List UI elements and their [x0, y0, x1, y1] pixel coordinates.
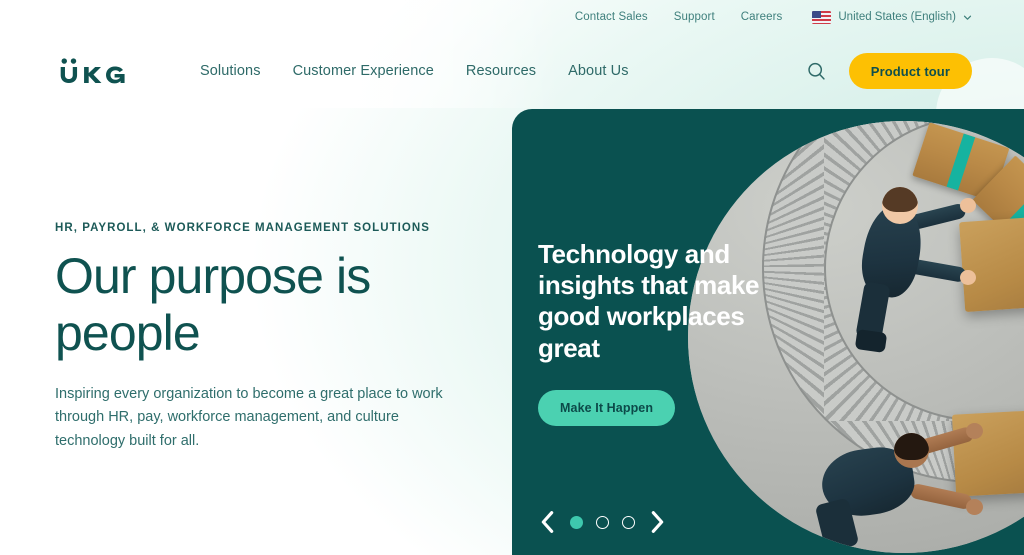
- promo-content: Technology and insights that make good w…: [538, 239, 788, 426]
- chevron-right-icon[interactable]: [648, 509, 667, 535]
- carousel-dot-1[interactable]: [570, 515, 583, 529]
- warehouse-worker: [838, 171, 976, 361]
- utility-bar: Contact Sales Support Careers United Sta…: [0, 0, 1024, 34]
- nav-item-resources[interactable]: Resources: [450, 63, 552, 79]
- nav-item-about-us[interactable]: About Us: [552, 63, 644, 79]
- hero-title: Our purpose is people: [55, 248, 371, 361]
- nav-item-solutions[interactable]: Solutions: [184, 63, 277, 79]
- carousel-dot-2[interactable]: [596, 515, 609, 529]
- header-actions: Product tour: [806, 53, 972, 89]
- cardboard-box-stack: [959, 211, 1024, 313]
- page-root: Contact Sales Support Careers United Sta…: [0, 0, 1024, 555]
- search-icon[interactable]: [806, 61, 827, 82]
- nav-item-customer-experience[interactable]: Customer Experience: [277, 63, 450, 79]
- utility-link-support[interactable]: Support: [674, 11, 715, 23]
- locale-label: United States (English): [838, 11, 956, 23]
- ukg-logo[interactable]: [55, 56, 129, 86]
- utility-link-contact-sales[interactable]: Contact Sales: [575, 11, 648, 23]
- locale-selector[interactable]: United States (English): [812, 10, 972, 24]
- product-tour-button[interactable]: Product tour: [848, 53, 972, 89]
- hero-text-block: HR, PAYROLL, & WORKFORCE MANAGEMENT SOLU…: [55, 222, 475, 453]
- warehouse-worker: [806, 423, 983, 553]
- main-header: Solutions Customer Experience Resources …: [0, 34, 1024, 108]
- hero-subtitle: Inspiring every organization to become a…: [55, 386, 443, 449]
- primary-nav: Solutions Customer Experience Resources …: [184, 63, 645, 79]
- chevron-left-icon[interactable]: [538, 509, 557, 535]
- carousel-dot-3[interactable]: [622, 515, 635, 529]
- carousel-controls: [538, 509, 667, 535]
- make-it-happen-button[interactable]: Make It Happen: [538, 389, 676, 426]
- us-flag-icon: [812, 10, 832, 24]
- promo-title: Technology and insights that make good w…: [538, 239, 760, 363]
- chevron-down-icon: [963, 15, 972, 20]
- hero-eyebrow: HR, PAYROLL, & WORKFORCE MANAGEMENT SOLU…: [55, 222, 430, 234]
- promo-card: Technology and insights that make good w…: [512, 109, 1024, 555]
- utility-link-careers[interactable]: Careers: [741, 11, 783, 23]
